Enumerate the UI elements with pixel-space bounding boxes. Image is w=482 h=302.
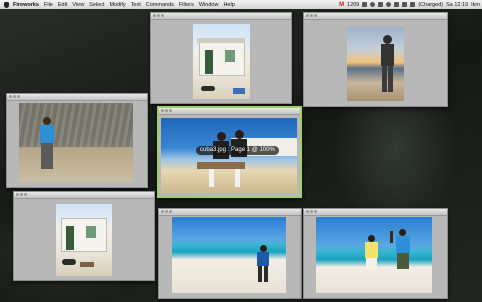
volume-icon[interactable] bbox=[402, 2, 408, 7]
document-window-rock[interactable] bbox=[6, 93, 148, 188]
menu-select[interactable]: Select bbox=[89, 2, 104, 8]
window-hover-caption: cuba3.jpg : Page 1 @ 100% bbox=[196, 146, 279, 155]
photo-beach-couple bbox=[316, 217, 432, 293]
window-titlebar[interactable] bbox=[151, 13, 291, 20]
menu-help[interactable]: Help bbox=[223, 2, 234, 8]
window-titlebar[interactable] bbox=[14, 192, 154, 199]
document-window-beach-walk[interactable] bbox=[158, 208, 302, 299]
menu-modify[interactable]: Modify bbox=[109, 2, 125, 8]
menu-filters[interactable]: Filters bbox=[179, 2, 194, 8]
menu-commands[interactable]: Commands bbox=[146, 2, 174, 8]
menu-edit[interactable]: Edit bbox=[58, 2, 67, 8]
document-window-house-2[interactable] bbox=[13, 191, 155, 281]
bluetooth-icon[interactable] bbox=[378, 2, 384, 7]
battery-icon[interactable] bbox=[410, 2, 416, 7]
app-menu[interactable]: Fireworks bbox=[13, 2, 39, 8]
wifi-icon[interactable] bbox=[394, 2, 400, 7]
menu-file[interactable]: File bbox=[44, 2, 53, 8]
menu-window[interactable]: Window bbox=[199, 2, 219, 8]
window-titlebar[interactable] bbox=[7, 94, 147, 101]
photo-sunset-man bbox=[347, 27, 404, 101]
document-window-sunset[interactable] bbox=[303, 12, 448, 107]
battery-status[interactable]: (Charged) bbox=[418, 2, 443, 8]
photo-white-house bbox=[193, 24, 250, 99]
apple-menu-icon[interactable] bbox=[4, 1, 9, 8]
clock[interactable]: Sa 12:19 bbox=[446, 2, 468, 8]
photo-white-house-2 bbox=[56, 204, 112, 276]
photo-couple-bench bbox=[161, 118, 297, 193]
menu-view[interactable]: View bbox=[72, 2, 84, 8]
time-machine-icon[interactable] bbox=[386, 2, 392, 7]
photo-beach-walk bbox=[172, 217, 286, 293]
sync-icon[interactable] bbox=[370, 2, 376, 7]
user-menu[interactable]: Ikm bbox=[471, 2, 480, 8]
window-titlebar[interactable] bbox=[159, 108, 300, 115]
photo-man-rock bbox=[19, 103, 133, 182]
status-menus: M 1209 (Charged) Sa 12:19 Ikm bbox=[339, 0, 480, 9]
window-titlebar[interactable] bbox=[304, 209, 447, 216]
gmail-count[interactable]: 1209 bbox=[347, 2, 359, 8]
shield-icon[interactable] bbox=[362, 2, 368, 7]
window-titlebar[interactable] bbox=[159, 209, 301, 216]
gmail-icon[interactable]: M bbox=[339, 2, 344, 8]
document-window-beach-couple[interactable] bbox=[303, 208, 448, 299]
window-titlebar[interactable] bbox=[304, 13, 447, 20]
document-window-house-1[interactable] bbox=[150, 12, 292, 104]
menu-text[interactable]: Text bbox=[131, 2, 141, 8]
